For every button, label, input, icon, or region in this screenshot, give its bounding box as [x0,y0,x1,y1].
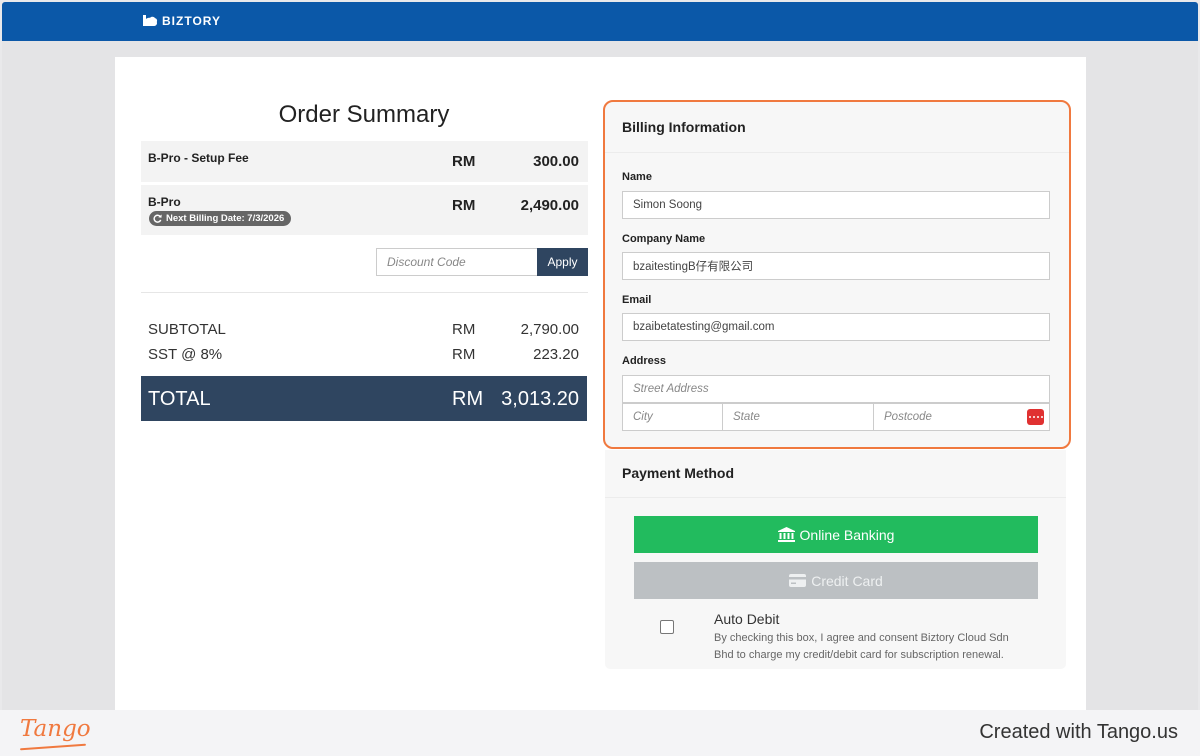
password-manager-icon[interactable] [1027,409,1044,425]
total-row: TOTAL RM 3,013.20 [141,376,587,421]
subtotal-label: SUBTOTAL [148,321,226,338]
subtotal-amount: 2,790.00 [520,321,579,338]
online-banking-label: Online Banking [799,526,895,543]
refresh-icon [153,214,162,223]
payment-header: Payment Method [605,450,1066,498]
order-item: B-Pro Next Billing Date: 7/3/2026 RM 2,4… [141,185,588,235]
auto-debit-checkbox[interactable] [660,620,674,634]
tax-amount: 223.20 [533,346,579,363]
tango-logo-underline [20,743,86,751]
address-label: Address [622,355,667,367]
billing-information-section: Billing Information Name Company Name Em… [603,100,1071,449]
brand-name: BIZTORY [162,14,222,28]
credit-card-button[interactable]: Credit Card [634,562,1038,599]
credit-card-icon [789,574,807,587]
order-summary-title: Order Summary [278,101,450,128]
auto-debit-description: By checking this box, I agree and consen… [714,632,1009,661]
apply-discount-button[interactable]: Apply [537,248,588,276]
summary-divider [141,292,588,293]
address-details-row [622,403,1050,431]
created-with-text: Created with Tango.us [979,721,1178,743]
tango-footer: Tango Created with Tango.us [0,710,1200,756]
online-banking-button[interactable]: Online Banking [634,516,1038,553]
subtotal-currency: RM [452,321,476,338]
item-amount: 300.00 [533,153,579,170]
billing-title: Billing Information [622,119,746,135]
total-amount: 3,013.20 [501,388,579,410]
name-field[interactable] [622,191,1050,219]
credit-card-label: Credit Card [811,572,883,589]
total-label: TOTAL [148,388,211,410]
top-navigation-bar: BIZTORY [2,2,1198,41]
city-field[interactable] [622,403,723,431]
company-name-field[interactable] [622,252,1050,280]
tango-logo: Tango [20,716,91,742]
state-field[interactable] [722,403,874,431]
email-label: Email [622,294,652,306]
biztory-logo-icon [143,15,158,26]
auto-debit-title: Auto Debit [714,611,780,627]
total-currency: RM [452,388,484,410]
next-billing-badge: Next Billing Date: 7/3/2026 [149,211,292,226]
next-billing-text: Next Billing Date: 7/3/2026 [166,213,285,224]
tax-currency: RM [452,346,476,363]
item-currency: RM [452,197,476,214]
order-item: B-Pro - Setup Fee RM 300.00 [141,141,588,182]
payment-title: Payment Method [622,465,735,481]
bank-icon [777,527,795,542]
item-name: B-Pro - Setup Fee [148,151,249,165]
item-name: B-Pro [148,195,181,209]
biztory-logo[interactable]: BIZTORY [142,14,221,28]
tax-label: SST @ 8% [148,346,223,363]
name-label: Name [622,171,652,183]
discount-code-input[interactable] [376,248,538,276]
street-address-field[interactable] [622,375,1050,403]
email-field[interactable] [622,313,1050,341]
postcode-field[interactable] [873,403,1050,431]
payment-method-section: Payment Method Online Banking Credit Car… [605,450,1066,669]
company-name-label: Company Name [622,233,706,245]
billing-header: Billing Information [605,102,1069,153]
item-amount: 2,490.00 [520,197,579,214]
item-currency: RM [452,153,476,170]
